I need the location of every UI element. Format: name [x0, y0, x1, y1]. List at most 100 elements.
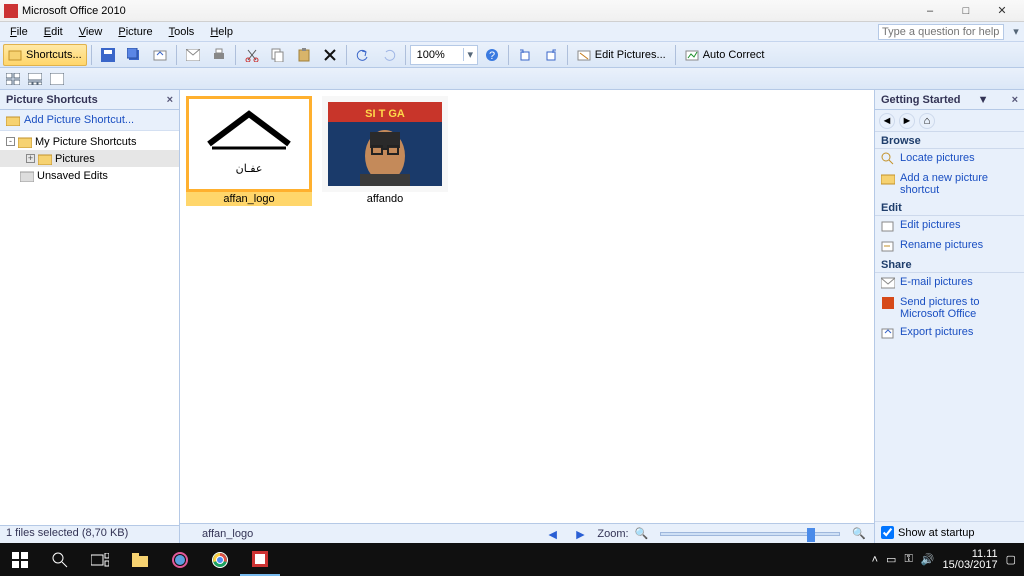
edit-pictures-link[interactable]: Edit pictures [875, 216, 1024, 236]
export-icon [881, 326, 895, 340]
sidebar-close-icon[interactable]: × [167, 94, 173, 106]
shortcuts-button[interactable]: Shortcuts... [3, 44, 87, 66]
paste-button[interactable] [292, 44, 316, 66]
menu-file[interactable]: File [2, 24, 36, 40]
status-filename: affan_logo [202, 528, 253, 540]
thumbnail-view-button[interactable] [3, 70, 23, 88]
system-tray: ˄ ▭ ⚿ 🔊 11.11 15/03/2017 ▢ [864, 549, 1024, 571]
help-search [878, 24, 1004, 40]
help-button[interactable]: ? [480, 44, 504, 66]
toolbar-separator [405, 45, 406, 65]
filmstrip-view-button[interactable] [25, 70, 45, 88]
tray-notifications-icon[interactable]: ▢ [1006, 553, 1016, 566]
maximize-button[interactable]: □ [948, 1, 984, 21]
thumbnail-caption: affan_logo [223, 193, 274, 205]
close-button[interactable]: ✕ [984, 1, 1020, 21]
taskview-button[interactable] [80, 543, 120, 576]
link-label: Add a new picture shortcut [900, 172, 1018, 196]
delete-button[interactable] [318, 44, 342, 66]
toolbar-separator [235, 45, 236, 65]
taskbar: ˄ ▭ ⚿ 🔊 11.11 15/03/2017 ▢ [0, 543, 1024, 576]
add-picture-shortcut-link[interactable]: Add Picture Shortcut... [0, 110, 179, 131]
thumbnail-caption: affando [367, 193, 404, 205]
tray-volume-icon[interactable]: 🔊 [921, 553, 935, 566]
folder-icon [132, 553, 148, 567]
folder-icon [20, 170, 34, 182]
section-browse: Browse [875, 132, 1024, 149]
toolbar-separator [346, 45, 347, 65]
cut-button[interactable] [240, 44, 264, 66]
minimize-button[interactable]: – [912, 1, 948, 21]
thumbnail-image: SI T GA [328, 102, 442, 186]
menu-edit[interactable]: Edit [36, 24, 71, 40]
menu-picture[interactable]: Picture [110, 24, 160, 40]
start-button[interactable] [0, 543, 40, 576]
home-icon[interactable]: ⌂ [919, 113, 935, 129]
next-button[interactable]: ► [570, 526, 592, 542]
locate-pictures-link[interactable]: Locate pictures [875, 149, 1024, 169]
main-statusbar: affan_logo ◄ ► Zoom: 🔍 🔍 [180, 523, 874, 543]
show-at-startup[interactable]: Show at startup [875, 521, 1024, 543]
taskbar-app-chrome[interactable] [200, 543, 240, 576]
menu-tools[interactable]: Tools [161, 24, 203, 40]
help-dropdown-icon[interactable]: ▾ [1010, 25, 1022, 38]
single-view-button[interactable] [47, 70, 67, 88]
expand-icon[interactable]: + [26, 154, 35, 163]
mail-button[interactable] [181, 44, 205, 66]
taskbar-app-explorer[interactable] [120, 543, 160, 576]
rotate-right-button[interactable] [539, 44, 563, 66]
tree-node-label: My Picture Shortcuts [35, 136, 136, 148]
zoom-dropdown-icon[interactable]: ▾ [463, 48, 477, 61]
shortcuts-label: Shortcuts... [26, 49, 82, 61]
copy-button[interactable] [266, 44, 290, 66]
add-shortcut-link[interactable]: Add a new picture shortcut [875, 169, 1024, 199]
expand-icon[interactable]: - [6, 137, 15, 146]
forward-icon[interactable]: ► [899, 113, 915, 129]
pane-menu-icon[interactable]: ▼ [978, 94, 989, 106]
save-button[interactable] [96, 44, 120, 66]
tray-clock[interactable]: 11.11 15/03/2017 [943, 549, 998, 571]
tray-chevron-icon[interactable]: ˄ [872, 554, 878, 566]
mail-icon [186, 49, 200, 61]
undo-button[interactable] [351, 44, 375, 66]
taskbar-app-photos[interactable] [160, 543, 200, 576]
tray-battery-icon[interactable]: ▭ [886, 553, 896, 566]
thumbnail-item[interactable]: عفـان affan_logo [186, 96, 312, 206]
tree-node-pictures[interactable]: + Pictures [0, 150, 179, 167]
tray-wifi-icon[interactable]: ⚿ [904, 553, 912, 566]
export-pictures-link[interactable]: Export pictures [875, 323, 1024, 343]
rotate-left-button[interactable] [513, 44, 537, 66]
prev-button[interactable]: ◄ [542, 526, 564, 542]
picture-manager-icon [252, 551, 268, 567]
zoom-value: 100% [411, 49, 463, 61]
zoom-combo[interactable]: 100% ▾ [410, 45, 478, 65]
zoom-slider-knob[interactable] [807, 528, 815, 542]
edit-pictures-button[interactable]: Edit Pictures... [572, 44, 671, 66]
pane-close-icon[interactable]: × [1012, 94, 1018, 106]
tree-node-root[interactable]: - My Picture Shortcuts [0, 133, 179, 150]
auto-correct-button[interactable]: Auto Correct [680, 44, 770, 66]
zoom-in-icon[interactable]: 🔍 [852, 527, 866, 540]
send-to-office-link[interactable]: Send pictures to Microsoft Office [875, 293, 1024, 323]
back-icon[interactable]: ◄ [879, 113, 895, 129]
rename-pictures-link[interactable]: Rename pictures [875, 236, 1024, 256]
redo-button[interactable] [377, 44, 401, 66]
windows-icon [12, 552, 28, 568]
mail-icon [881, 276, 895, 290]
search-button[interactable] [40, 543, 80, 576]
print-button[interactable] [207, 44, 231, 66]
menu-help[interactable]: Help [202, 24, 241, 40]
taskbar-app-picture-manager[interactable] [240, 543, 280, 576]
zoom-out-icon[interactable]: 🔍 [635, 527, 649, 540]
show-at-startup-checkbox[interactable] [881, 526, 894, 539]
email-pictures-link[interactable]: E-mail pictures [875, 273, 1024, 293]
help-search-input[interactable] [878, 24, 1004, 40]
chrome-icon [212, 552, 228, 568]
thumbnail-item[interactable]: SI T GA affando [322, 96, 448, 206]
tree-node-unsaved[interactable]: Unsaved Edits [0, 167, 179, 184]
zoom-slider[interactable] [660, 532, 840, 536]
save-all-button[interactable] [122, 44, 146, 66]
export-button[interactable] [148, 44, 172, 66]
menu-view[interactable]: View [71, 24, 111, 40]
sidebar-title: Picture Shortcuts × [0, 90, 179, 110]
